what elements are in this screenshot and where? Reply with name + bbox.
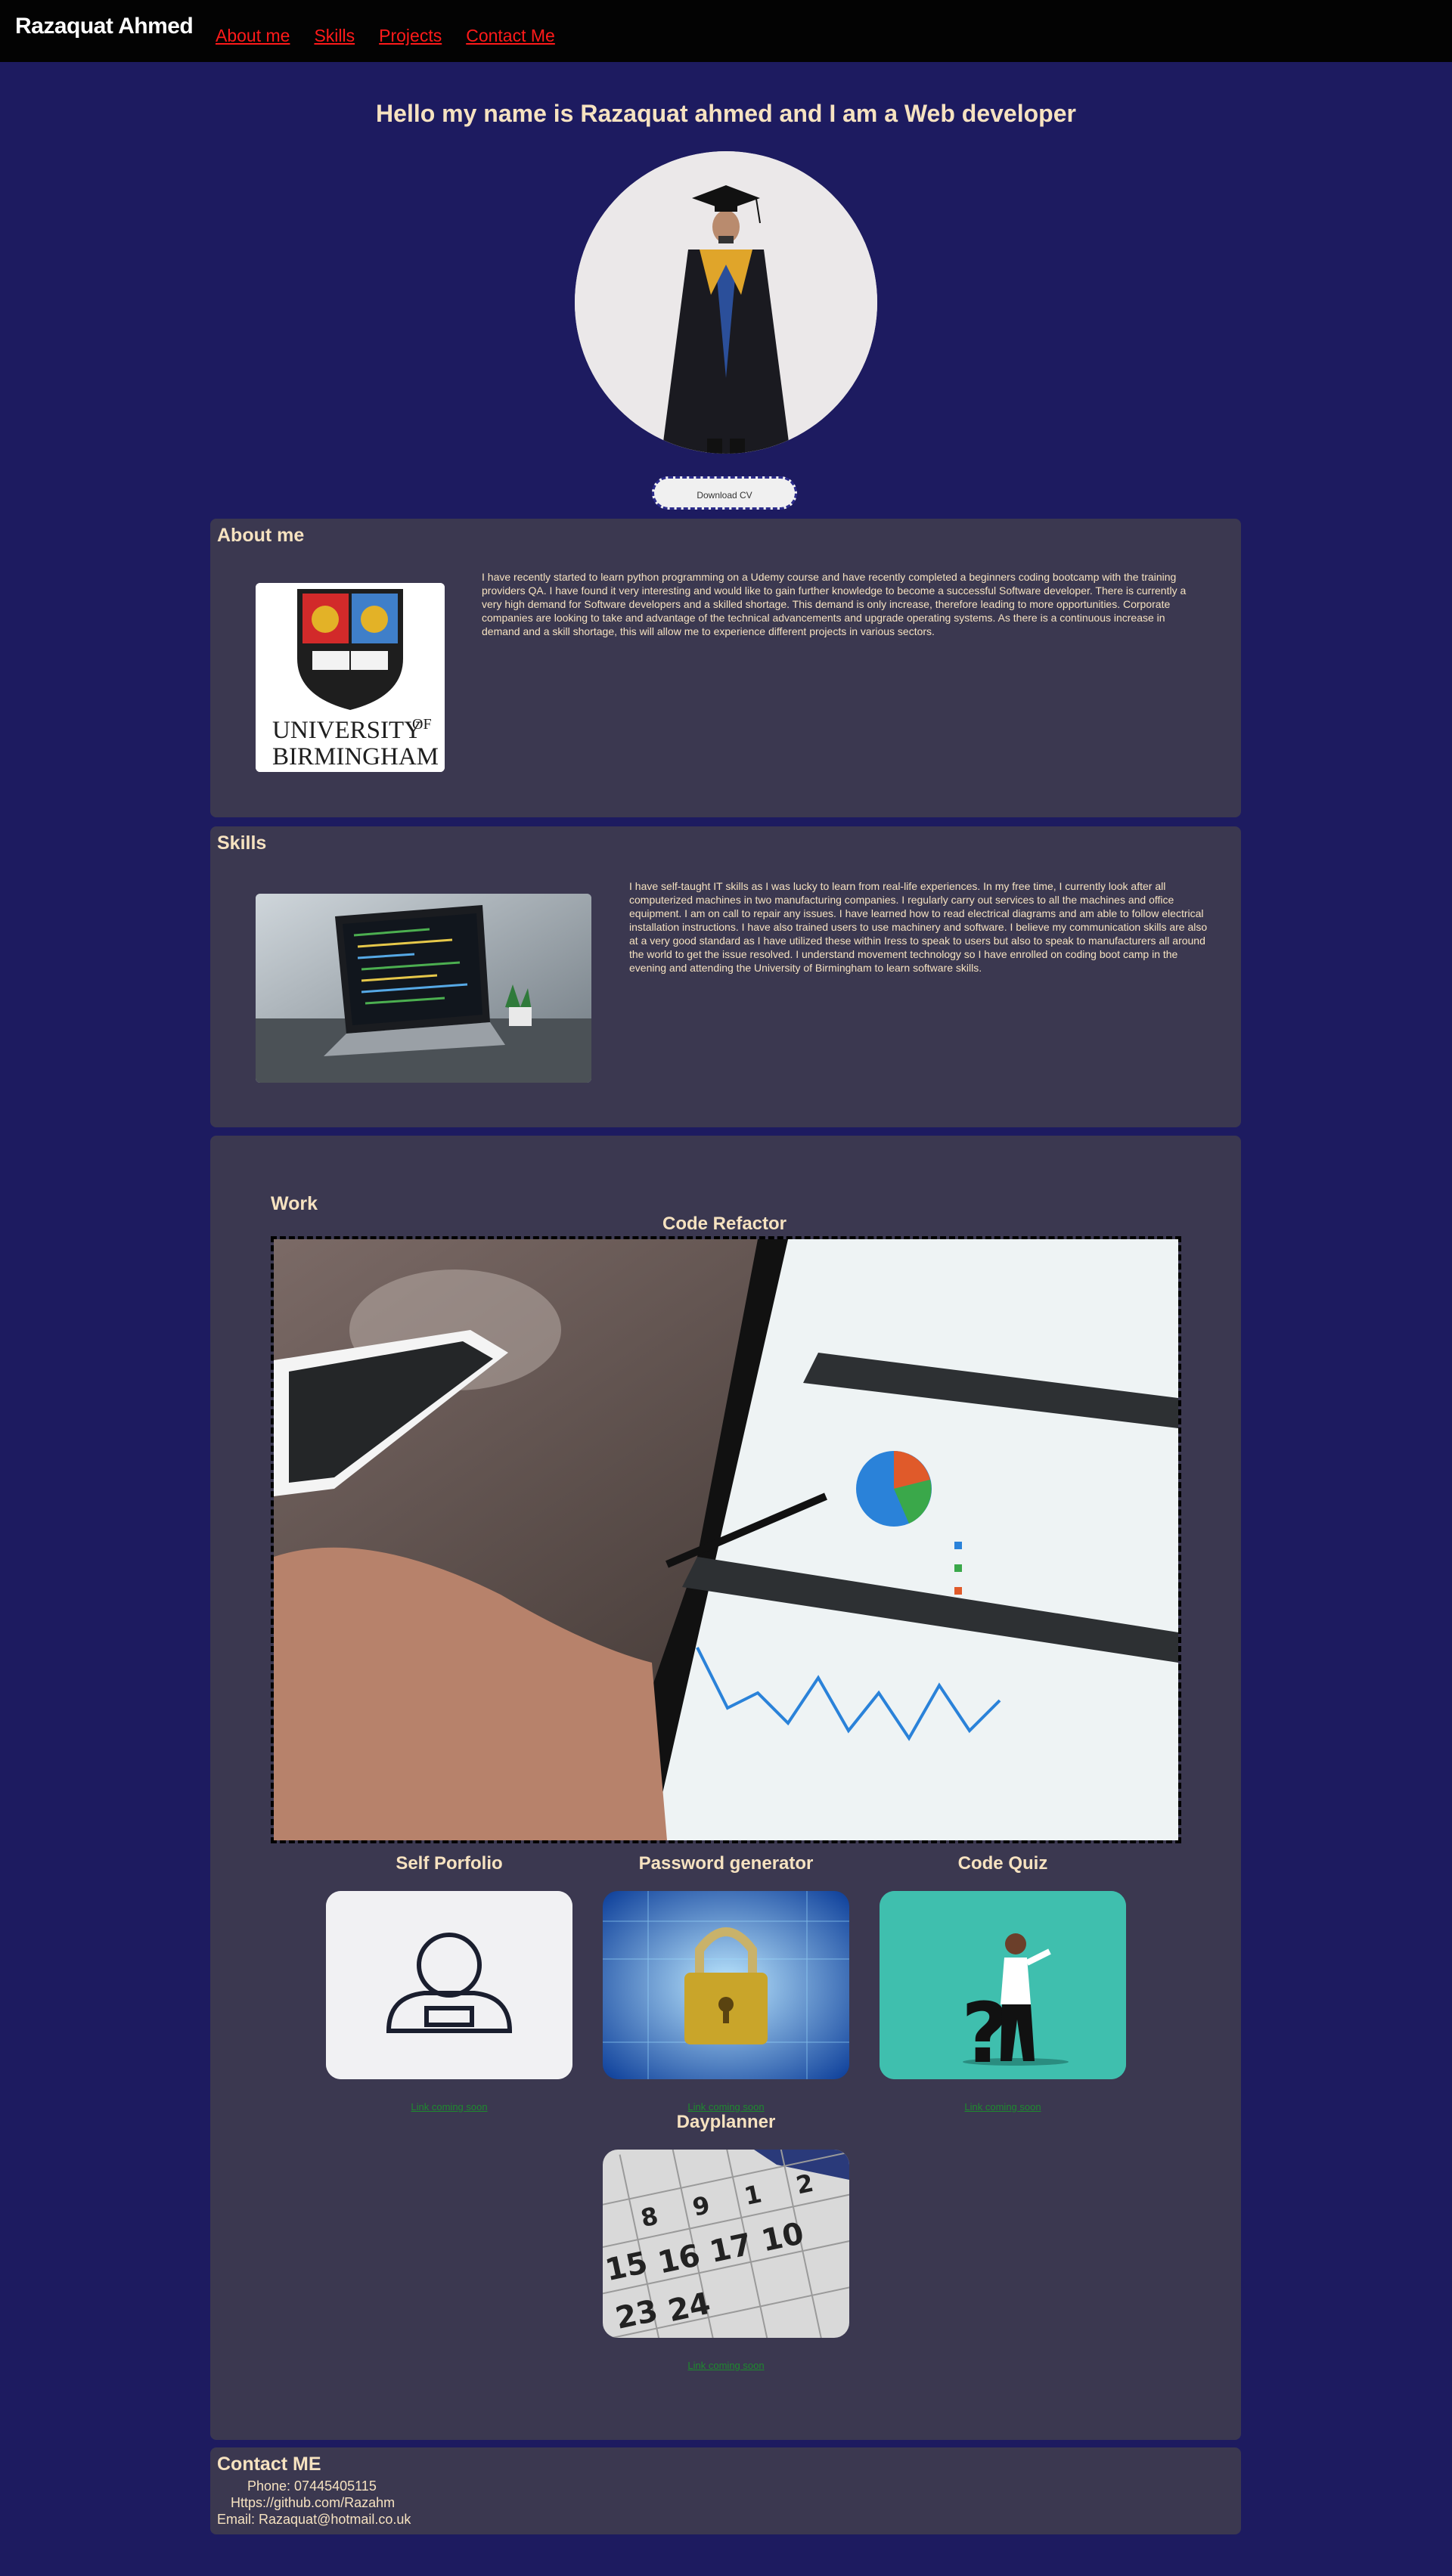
main-nav: About me Skills Projects Contact Me [216,26,555,46]
project-link-code-quiz[interactable]: Link coming soon [880,2101,1126,2113]
dayplanner-image[interactable]: 89 12 15 16 17 10 23 24 [603,2150,849,2338]
logo-text-birmingham: BIRMINGHAM [272,743,439,770]
nav-link-contact[interactable]: Contact Me [466,26,555,46]
site-brand[interactable]: Razaquat Ahmed [15,14,194,39]
top-navbar: Razaquat Ahmed About me Skills Projects … [0,0,1452,62]
question-mark-person-icon: ? [880,1891,1126,2079]
project-title-code-quiz: Code Quiz [957,1853,1048,1874]
password-generator-image[interactable] [603,1891,849,2079]
project-title-dayplanner: Dayplanner [676,2112,776,2132]
skills-section: Skills I have self-taught IT skills as I… [210,826,1241,1127]
nav-link-projects[interactable]: Projects [379,26,442,46]
graduate-figure-image [575,151,877,454]
about-heading: About me [217,525,305,546]
skills-paragraph: I have self-taught IT skills as I was lu… [629,880,1208,974]
contact-phone[interactable]: Phone: 07445405115 [247,2478,377,2494]
project-title-password-generator: Password generator [638,1853,814,1874]
analytics-tablet-icon [274,1239,1178,1840]
nav-link-about[interactable]: About me [216,26,290,46]
university-crest-icon: UNIVERSITY OF BIRMINGHAM [256,583,445,772]
code-refactor-image[interactable] [271,1236,1181,1843]
code-refactor-title: Code Refactor [662,1214,787,1234]
hero-title: Hello my name is Razaquat ahmed and I am… [376,100,1076,127]
padlock-icon [603,1891,849,2079]
project-link-password-generator[interactable]: Link coming soon [603,2101,849,2113]
contact-heading: Contact ME [217,2454,321,2475]
project-link-self-portfolio[interactable]: Link coming soon [326,2101,572,2113]
self-portfolio-image[interactable] [326,1891,572,2079]
calendar-icon: 89 12 15 16 17 10 23 24 [603,2150,849,2338]
work-section: Work Code Refactor Self Porfolio Link co… [210,1136,1241,2440]
laptop-code-image [256,894,591,1083]
user-profile-icon [326,1891,572,2079]
project-link-dayplanner[interactable]: Link coming soon [603,2360,849,2371]
about-section: About me UNIVERSITY OF BIRMINGHAM I have… [210,519,1241,817]
skills-heading: Skills [217,832,267,854]
contact-section: Contact ME Phone: 07445405115 Https://gi… [210,2447,1241,2534]
download-cv-button[interactable]: Download CV [652,476,797,510]
project-title-self-portfolio: Self Porfolio [396,1853,503,1874]
code-quiz-image[interactable]: ? [880,1891,1126,2079]
logo-text-of: OF [412,716,432,733]
about-paragraph: I have recently started to learn python … [482,571,1187,637]
work-heading: Work [271,1193,318,1214]
nav-link-skills[interactable]: Skills [314,26,355,46]
laptop-icon [256,894,591,1083]
profile-photo [575,151,877,454]
contact-email[interactable]: Email: Razaquat@hotmail.co.uk [217,2512,411,2528]
contact-github[interactable]: Https://github.com/Razahm [231,2495,395,2511]
logo-text-university: UNIVERSITY [272,717,422,744]
university-of-birmingham-logo: UNIVERSITY OF BIRMINGHAM [256,583,445,772]
